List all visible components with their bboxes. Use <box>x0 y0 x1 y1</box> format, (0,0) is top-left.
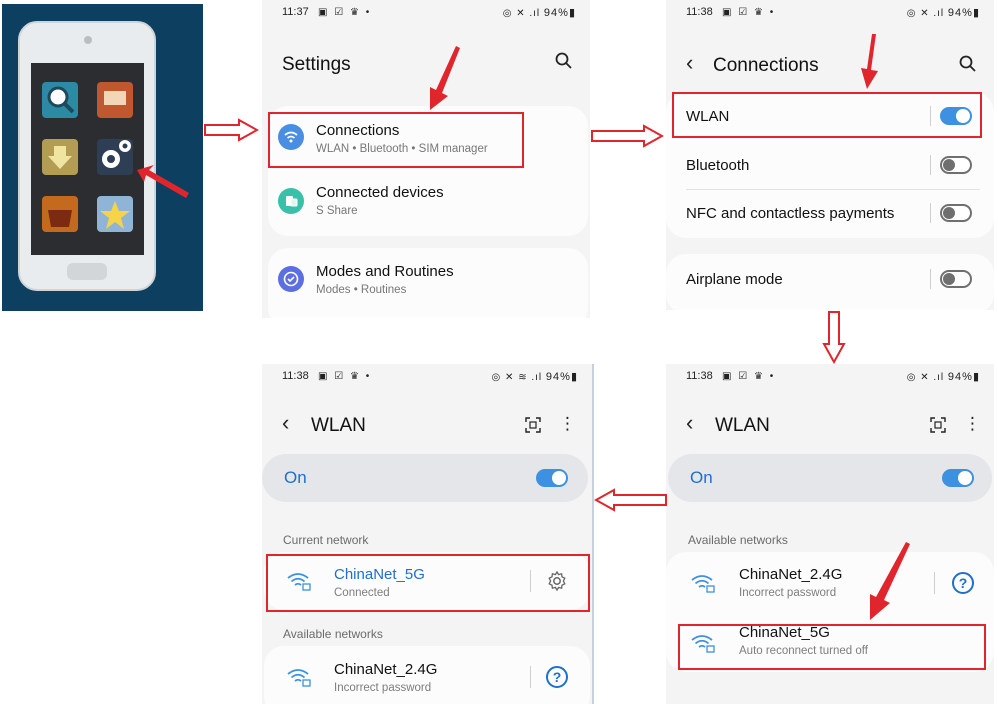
qr-scan-icon[interactable] <box>930 417 946 438</box>
highlight-wlan <box>672 92 982 138</box>
divider <box>930 203 931 223</box>
flow-arrow-right-1 <box>204 118 259 142</box>
phone-illustration <box>2 4 203 311</box>
network-name: ChinaNet_2.4G <box>739 566 843 583</box>
status-time: 11:38 <box>686 6 713 18</box>
status-bar: 11:38 ▣ ☑ ♛ • ◎ ✕ .ıl 94%▮ <box>666 6 994 22</box>
search-icon[interactable] <box>555 52 572 74</box>
divider <box>530 666 531 688</box>
status-right-icons: ◎ ✕ .ıl 94%▮ <box>906 371 980 383</box>
status-notification-icons: ▣ ☑ ♛ • <box>722 7 776 18</box>
page-title: Settings <box>282 54 351 75</box>
network-status: Incorrect password <box>334 682 432 694</box>
connections-screen: 11:38 ▣ ☑ ♛ • ◎ ✕ .ıl 94%▮ ‹ Connections… <box>666 0 994 310</box>
connections-item-title: Airplane mode <box>686 271 783 288</box>
wlan-master-switch[interactable]: On <box>668 454 992 502</box>
network-item[interactable]: ChinaNet_2.4G Incorrect password ? <box>264 652 590 704</box>
status-time: 11:38 <box>686 370 713 382</box>
connections-item-title: NFC and contactless payments <box>686 205 895 222</box>
help-icon[interactable]: ? <box>546 666 568 688</box>
wlan-toggle[interactable] <box>536 469 568 487</box>
highlight-connections <box>268 112 524 168</box>
page-title: WLAN <box>715 415 770 436</box>
connected-devices-icon <box>278 188 304 214</box>
red-pointer-arrow <box>861 34 878 89</box>
status-time: 11:38 <box>282 370 309 382</box>
status-notification-icons: ▣ ☑ ♛ • <box>318 371 372 382</box>
settings-item-modes-routines[interactable]: Modes and Routines Modes • Routines <box>268 248 588 310</box>
highlight-current-network <box>266 554 590 612</box>
settings-item-title: Modes and Routines <box>316 263 454 280</box>
connections-item-nfc[interactable]: NFC and contactless payments <box>666 190 994 236</box>
airplane-toggle[interactable] <box>940 270 972 288</box>
status-right-icons: ◎ ✕ .ıl 94%▮ <box>906 7 980 19</box>
settings-item-subtitle: S Share <box>316 205 358 217</box>
page-title: WLAN <box>311 415 366 436</box>
settings-screen: 11:37 ▣ ☑ ♛ • ◎ ✕ .ıl 94%▮ Settings Conn… <box>262 0 590 318</box>
network-status: Incorrect password <box>739 587 837 599</box>
connections-item-bluetooth[interactable]: Bluetooth <box>666 142 994 188</box>
divider <box>930 269 931 289</box>
flow-arrow-left <box>594 488 667 512</box>
nfc-toggle[interactable] <box>940 204 972 222</box>
modes-routines-icon <box>278 266 304 292</box>
wifi-lock-icon <box>691 575 715 593</box>
status-bar: 11:38 ▣ ☑ ♛ • ◎ ✕ ≋ .ıl 94%▮ <box>262 370 592 386</box>
status-time: 11:37 <box>282 6 309 18</box>
network-item[interactable]: ChinaNet_2.4G Incorrect password ? <box>666 558 994 610</box>
connections-item-title: Bluetooth <box>686 157 750 174</box>
bluetooth-toggle[interactable] <box>940 156 972 174</box>
settings-item-connected-devices[interactable]: Connected devices S Share <box>268 172 588 234</box>
connections-item-airplane[interactable]: Airplane mode <box>666 256 994 304</box>
network-name: ChinaNet_2.4G <box>334 661 438 678</box>
phone-graphic <box>18 21 189 291</box>
more-options-icon[interactable]: ⋮ <box>559 414 576 434</box>
back-icon[interactable]: ‹ <box>686 50 693 76</box>
help-icon[interactable]: ? <box>952 572 974 594</box>
divider <box>930 155 931 175</box>
wlan-on-label: On <box>690 468 713 487</box>
status-notification-icons: ▣ ☑ ♛ • <box>722 371 776 382</box>
flow-arrow-down <box>822 311 846 364</box>
red-pointer-arrow <box>430 46 460 110</box>
settings-item-title: Connected devices <box>316 184 444 201</box>
wlan-toggle[interactable] <box>942 469 974 487</box>
back-icon[interactable]: ‹ <box>686 410 693 436</box>
status-right-icons: ◎ ✕ ≋ .ıl 94%▮ <box>491 371 578 383</box>
networks-card: ChinaNet_2.4G Incorrect password ? <box>264 646 590 704</box>
page-title: Connections <box>713 55 819 76</box>
settings-card-bottom: Modes and Routines Modes • Routines <box>268 248 588 318</box>
divider <box>934 572 935 594</box>
wlan-master-switch[interactable]: On <box>262 454 588 502</box>
flow-arrow-right-2 <box>591 124 664 148</box>
status-bar: 11:37 ▣ ☑ ♛ • ◎ ✕ .ıl 94%▮ <box>262 6 590 22</box>
back-icon[interactable]: ‹ <box>282 410 289 436</box>
status-bar: 11:38 ▣ ☑ ♛ • ◎ ✕ .ıl 94%▮ <box>666 370 994 386</box>
status-notification-icons: ▣ ☑ ♛ • <box>318 7 372 18</box>
status-right-icons: ◎ ✕ .ıl 94%▮ <box>502 7 576 19</box>
current-network-label: Current network <box>283 533 369 547</box>
qr-scan-icon[interactable] <box>525 417 541 438</box>
available-networks-label: Available networks <box>688 533 788 547</box>
highlight-chinanet-5g <box>678 624 986 670</box>
wlan-screen-before: 11:38 ▣ ☑ ♛ • ◎ ✕ .ıl 94%▮ ‹ WLAN ⋮ On A… <box>666 364 994 704</box>
available-networks-label: Available networks <box>283 627 383 641</box>
red-pointer-arrow <box>870 542 910 620</box>
connections-card-airplane: Airplane mode <box>666 254 994 310</box>
wifi-lock-icon <box>287 669 311 687</box>
more-options-icon[interactable]: ⋮ <box>964 414 981 434</box>
search-icon[interactable] <box>959 55 976 77</box>
wlan-screen-after: 11:38 ▣ ☑ ♛ • ◎ ✕ ≋ .ıl 94%▮ ‹ WLAN ⋮ On… <box>262 364 594 704</box>
wlan-on-label: On <box>284 468 307 487</box>
settings-item-subtitle: Modes • Routines <box>316 284 407 296</box>
